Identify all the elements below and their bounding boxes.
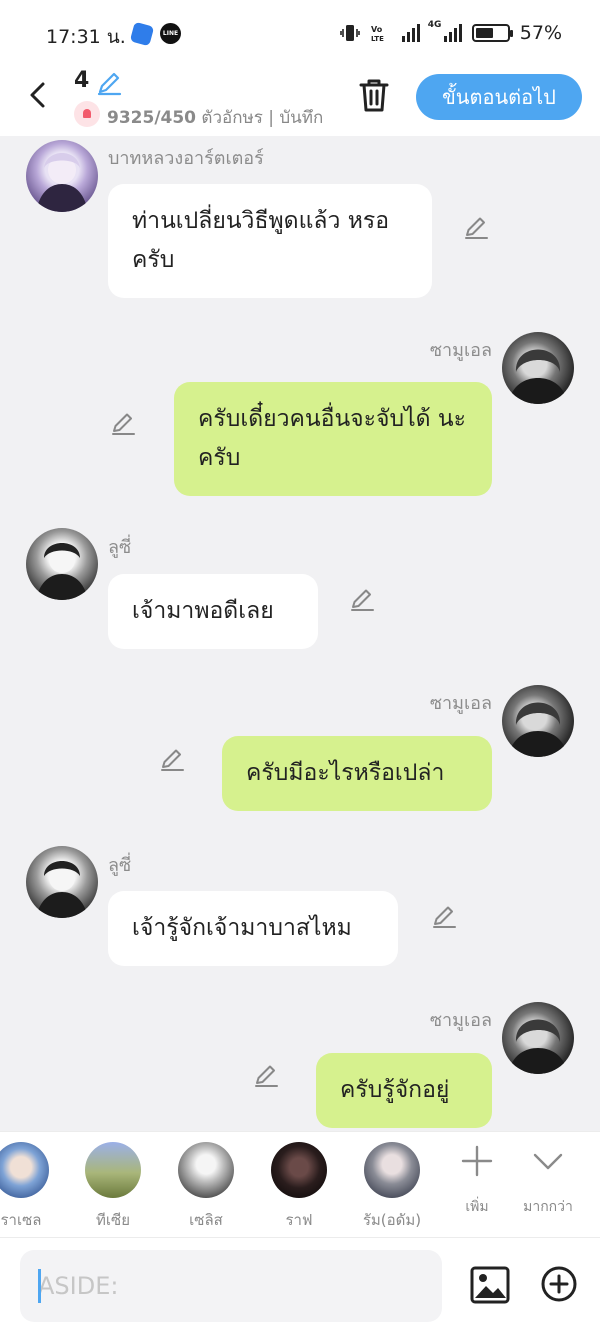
message-bubble[interactable]: ครับรู้จักอยู่ — [316, 1053, 492, 1128]
more-characters-button[interactable]: มากกว่า — [515, 1144, 581, 1218]
sender-name: ซามูเอล — [429, 693, 492, 714]
back-arrow-icon[interactable] — [24, 80, 54, 110]
message-bubble[interactable]: เจ้ามาพอดีเลย — [108, 574, 318, 649]
network-label: 4G — [427, 20, 442, 30]
more-label: มากกว่า — [523, 1199, 573, 1215]
avatar[interactable] — [26, 846, 98, 918]
status-icons: Vo LTE 4G 57% — [339, 20, 562, 44]
edit-message-icon[interactable] — [462, 214, 490, 242]
chat-area: บาทหลวงอาร์ตเตอร์ ท่านเปลี่ยนวิธีพูดแล้ว… — [0, 136, 600, 1131]
image-icon[interactable] — [470, 1265, 510, 1305]
character-item[interactable]: ทีเซีย — [78, 1142, 148, 1232]
edit-title-icon[interactable] — [96, 70, 122, 96]
character-count: 9325/450 ตัวอักษร | บันทึก — [107, 104, 331, 131]
character-avatar — [364, 1142, 420, 1198]
sender-name: ลูซี่ — [108, 537, 132, 558]
message-bubble[interactable]: ครับมีอะไรหรือเปล่า — [222, 736, 492, 811]
add-character-button[interactable]: เพิ่ม — [444, 1144, 510, 1218]
composer-bar — [0, 1237, 600, 1333]
sender-name: บาทหลวงอาร์ตเตอร์ — [108, 148, 264, 169]
aside-input[interactable] — [20, 1250, 442, 1322]
character-avatar — [0, 1142, 49, 1198]
episode-number: 4 — [74, 68, 90, 93]
text-caret — [38, 1269, 41, 1303]
signal-4g-icon: 4G — [428, 20, 462, 42]
edit-message-icon[interactable] — [348, 586, 376, 614]
character-name: ราฟ — [285, 1211, 313, 1229]
next-step-button[interactable]: ขั้นตอนต่อไป — [416, 74, 582, 120]
message-bubble[interactable]: ท่านเปลี่ยนวิธีพูดแล้ว หรอครับ — [108, 184, 432, 298]
character-avatar — [271, 1142, 327, 1198]
character-avatar — [85, 1142, 141, 1198]
battery-icon — [471, 24, 513, 42]
volte-icon: Vo LTE — [371, 25, 384, 43]
edit-message-icon[interactable] — [252, 1062, 280, 1090]
status-bar: 17:31 น. LINE Vo LTE 4G 57% — [0, 0, 600, 68]
edit-message-icon[interactable] — [109, 410, 137, 438]
character-item[interactable]: รัม(อดัม) — [357, 1142, 427, 1232]
character-avatar — [178, 1142, 234, 1198]
vibrate-icon — [339, 25, 360, 41]
bell-alert-icon — [74, 101, 100, 127]
avatar[interactable] — [502, 1002, 574, 1074]
editor-header: 4 9325/450 ตัวอักษร | บันทึก ขั้นตอนต่อไ… — [0, 68, 600, 136]
character-name: รัม(อดัม) — [362, 1211, 422, 1229]
status-time: 17:31 น. — [46, 26, 126, 48]
character-selector: ราเซล ทีเซีย เซลิส ราฟ รัม(อดัม) เพิ่ม ม… — [0, 1131, 600, 1237]
svg-text:Vo: Vo — [371, 25, 383, 34]
character-name: ทีเซีย — [96, 1211, 130, 1229]
character-item[interactable]: ราฟ — [264, 1142, 334, 1232]
character-item[interactable]: เซลิส — [171, 1142, 241, 1232]
message-bubble[interactable]: เจ้ารู้จักเจ้ามาบาสไหม — [108, 891, 398, 966]
avatar[interactable] — [502, 685, 574, 757]
line-app-icon: LINE — [160, 23, 181, 44]
edit-message-icon[interactable] — [430, 903, 458, 931]
avatar[interactable] — [26, 528, 98, 600]
sender-name: ซามูเอล — [429, 340, 492, 361]
trash-icon[interactable] — [356, 76, 392, 114]
character-name: ราเซล — [0, 1211, 42, 1229]
char-count-suffix: ตัวอักษร | บันทึก — [196, 108, 324, 128]
sender-name: ซามูเอล — [429, 1010, 492, 1031]
svg-text:LTE: LTE — [371, 35, 384, 43]
chevron-down-icon — [533, 1153, 563, 1170]
message-bubble[interactable]: ครับเดี๋ยวคนอื่นจะจับได้ นะครับ — [174, 382, 492, 496]
plus-icon — [461, 1145, 493, 1177]
add-circle-icon[interactable] — [540, 1265, 578, 1303]
app-notification-icon — [129, 21, 155, 47]
edit-message-icon[interactable] — [158, 746, 186, 774]
battery-percent: 57% — [519, 22, 562, 44]
avatar[interactable] — [502, 332, 574, 404]
character-name: เซลิส — [189, 1211, 223, 1229]
sender-name: ลูซี่ — [108, 855, 132, 876]
avatar[interactable] — [26, 140, 98, 212]
char-count-value: 9325/450 — [107, 108, 197, 128]
character-item[interactable]: ราเซล — [0, 1142, 56, 1232]
signal-icon — [401, 24, 420, 42]
add-label: เพิ่ม — [465, 1199, 489, 1215]
